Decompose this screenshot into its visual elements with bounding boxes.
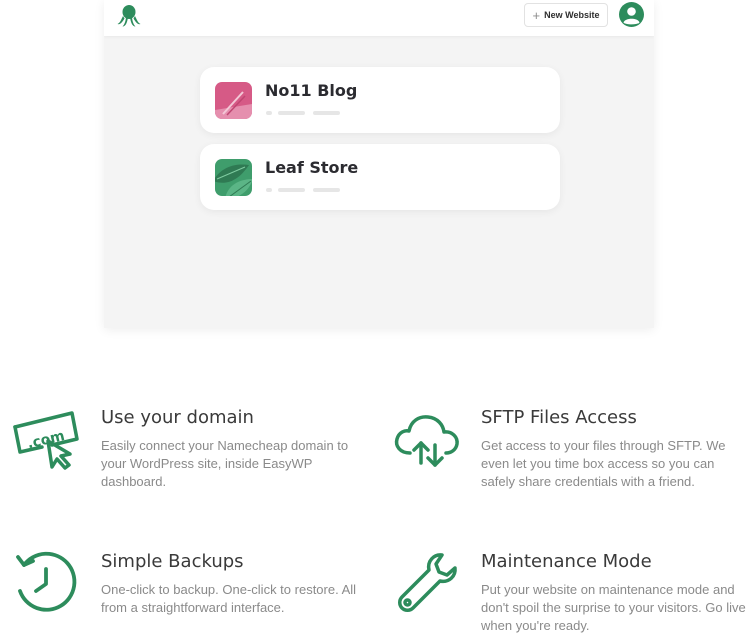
new-website-label: New Website [544, 10, 600, 20]
dotcom-cursor-icon: .com [13, 411, 79, 470]
site-name: No11 Blog [265, 81, 358, 100]
leaf-store-thumbnail [215, 159, 252, 196]
page: + New Website No11 Blog Leaf Store .com … [0, 0, 750, 639]
site-name: Leaf Store [265, 158, 359, 177]
feature-description: Put your website on maintenance mode and… [481, 582, 746, 633]
user-avatar-icon[interactable] [619, 2, 644, 27]
new-website-button[interactable]: + New Website [524, 3, 608, 27]
feature-title: Use your domain [101, 407, 254, 428]
backup-clock-icon [16, 551, 77, 612]
feature-title: Simple Backups [101, 551, 244, 572]
cloud-transfer-icon [394, 415, 459, 467]
feature-description: One-click to backup. One-click to restor… [101, 582, 357, 615]
site-card-no11-blog[interactable]: No11 Blog [200, 67, 560, 133]
feature-title: SFTP Files Access [481, 407, 637, 428]
site-card-leaf-store[interactable]: Leaf Store [200, 144, 560, 210]
feature-description: Easily connect your Namecheap domain to … [101, 438, 349, 489]
feature-description: Get access to your files through SFTP. W… [481, 438, 726, 489]
dashboard-preview: + New Website No11 Blog Leaf Store [104, 0, 654, 328]
octopus-logo-icon[interactable] [116, 3, 142, 29]
pink-blog-thumbnail [215, 82, 252, 119]
feature-title: Maintenance Mode [481, 551, 652, 572]
plus-icon: + [532, 7, 541, 23]
dashboard-header: + New Website [104, 0, 654, 36]
wrench-icon [398, 553, 457, 612]
